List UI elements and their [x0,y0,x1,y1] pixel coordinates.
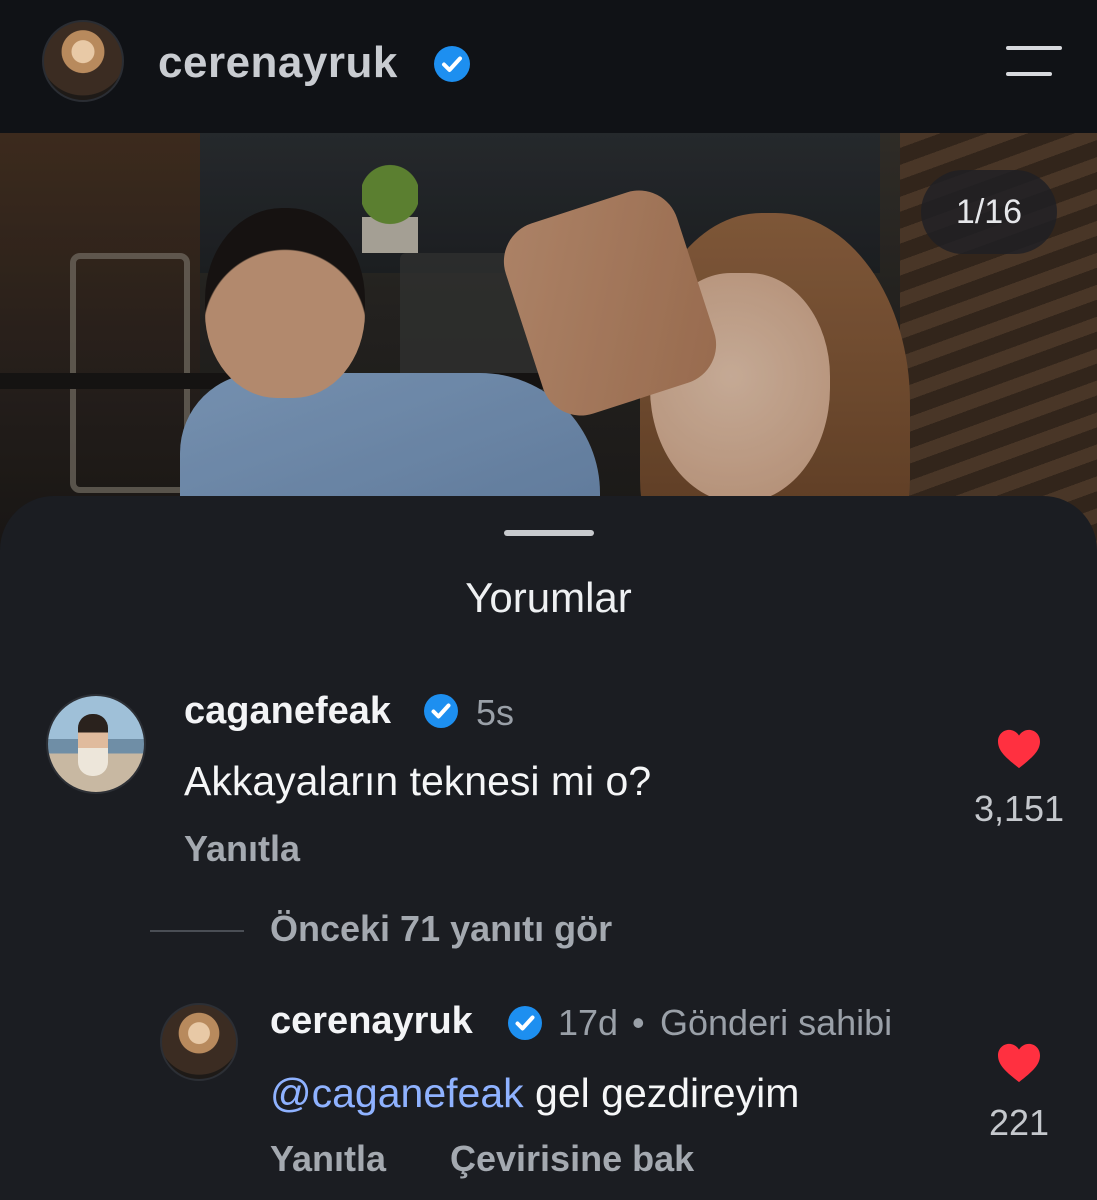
meta-separator: • [632,1002,645,1043]
sheet-title: Yorumlar [465,574,632,621]
reply-username[interactable]: cerenayruk [270,1000,473,1043]
reply-time: 17d [558,1002,619,1043]
post-owner-label: Gönderi sahibi [660,1002,893,1043]
comment-time: 5s [476,692,515,733]
profile-avatar[interactable] [42,20,124,102]
like-heart-icon[interactable] [996,728,1042,770]
header-username[interactable]: cerenayruk [158,38,398,88]
replies-divider [150,930,244,932]
media-counter: 1/16 [921,170,1057,254]
see-translation-button[interactable]: Çevirisine bak [450,1138,694,1180]
sheet-grabber[interactable] [504,530,594,536]
like-heart-icon[interactable] [996,1042,1042,1084]
post-header: cerenayruk [0,0,1097,133]
comment-like-count: 3,151 [973,788,1065,829]
comment-avatar[interactable] [46,694,146,794]
reply-like-count: 221 [988,1102,1050,1143]
reply-text: @caganefeak gel gezdireyim [270,1070,799,1117]
view-previous-replies-button[interactable]: Önceki 71 yanıtı gör [270,908,612,950]
verified-badge-icon [508,1006,542,1040]
reply-avatar[interactable] [160,1003,238,1081]
instagram-post-screen: cerenayruk 1/16 Yorumlar caganefeak 5s A… [0,0,1097,1200]
verified-badge-icon [434,46,470,82]
comment-text: Akkayaların teknesi mi o? [184,758,652,804]
comment-username[interactable]: caganefeak [184,690,391,733]
mention-link[interactable]: @caganefeak [270,1070,524,1116]
comments-sheet: Yorumlar caganefeak 5s Akkayaların tekne… [0,496,1097,1200]
reply-body: gel gezdireyim [523,1070,800,1116]
verified-badge-icon [424,694,458,728]
reply-button[interactable]: Yanıtla [184,828,300,870]
reply-button[interactable]: Yanıtla [270,1138,386,1180]
menu-icon[interactable] [1006,46,1062,78]
